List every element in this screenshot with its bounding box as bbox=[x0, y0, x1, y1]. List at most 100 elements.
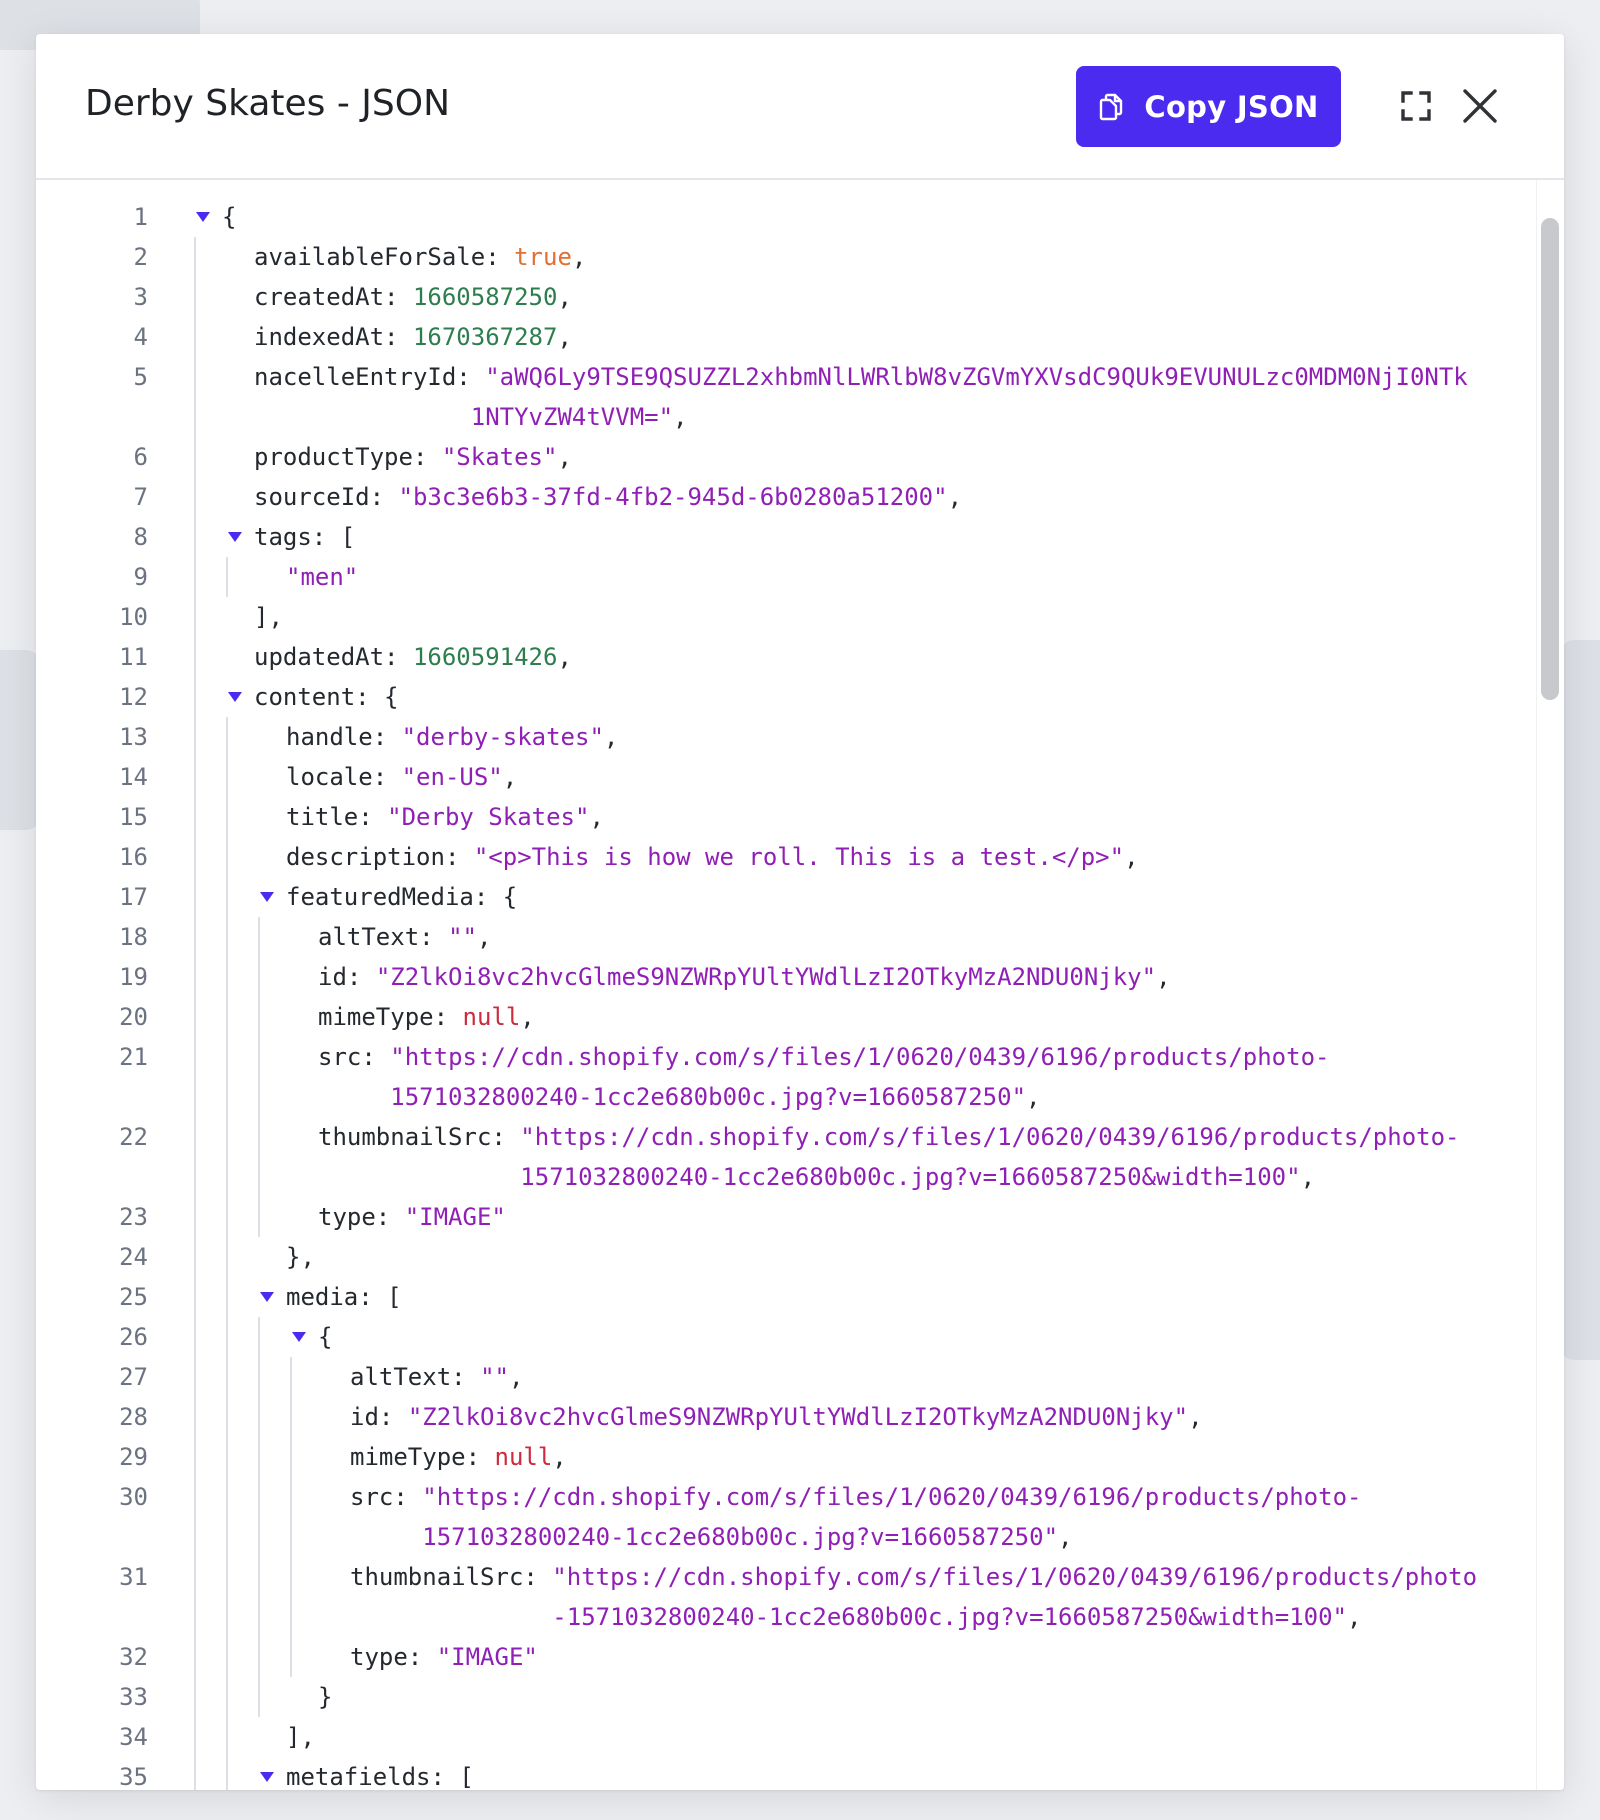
line-content: indexedAt: 1670367287, bbox=[254, 317, 572, 357]
json-key: handle bbox=[286, 723, 373, 751]
copy-json-button[interactable]: Copy JSON bbox=[1076, 66, 1341, 147]
line-content: } bbox=[318, 1677, 332, 1717]
code-line: 21 src: "https://cdn.shopify.com/s/files/… bbox=[36, 1037, 1536, 1077]
json-punctuation: , bbox=[476, 923, 492, 951]
json-punctuation: : bbox=[358, 803, 388, 831]
json-punctuation: : bbox=[384, 323, 413, 351]
fold-toggle-icon[interactable] bbox=[195, 211, 213, 223]
json-punctuation: : [ bbox=[311, 523, 356, 551]
code-line: 17 featuredMedia: { bbox=[36, 877, 1536, 917]
json-punctuation: : bbox=[485, 243, 515, 271]
json-key: locale bbox=[286, 763, 373, 791]
line-content: { bbox=[318, 1317, 332, 1357]
json-key: thumbnailSrc bbox=[318, 1123, 492, 1151]
json-key: indexedAt bbox=[254, 323, 385, 351]
line-number: 34 bbox=[119, 1723, 148, 1751]
json-string-value: "Skates" bbox=[441, 443, 558, 471]
line-number: 8 bbox=[133, 523, 148, 551]
json-punctuation: : bbox=[369, 483, 399, 511]
json-punctuation: : bbox=[378, 1403, 408, 1431]
code-line: 20 mimeType: null, bbox=[36, 997, 1536, 1037]
json-punctuation: }, bbox=[286, 1243, 315, 1271]
code-line: 19 id: "Z2lkOi8vc2hvcGlmeS9NZWRpYUltYWdlL… bbox=[36, 957, 1536, 997]
code-line: 12 content: { bbox=[36, 677, 1536, 717]
fold-toggle-icon[interactable] bbox=[259, 1291, 277, 1303]
json-string-value: "en-US" bbox=[401, 763, 503, 791]
fullscreen-expand-icon[interactable] bbox=[1390, 80, 1442, 132]
line-content: ], bbox=[286, 1717, 315, 1757]
json-punctuation: { bbox=[222, 203, 237, 231]
json-punctuation: : bbox=[491, 1123, 521, 1151]
json-string-value: "Derby Skates" bbox=[387, 803, 590, 831]
json-punctuation: : bbox=[361, 1043, 391, 1071]
json-key: id bbox=[350, 1403, 379, 1431]
json-punctuation: , bbox=[589, 803, 604, 831]
json-punctuation: , bbox=[557, 323, 572, 351]
json-punctuation: , bbox=[947, 483, 963, 511]
line-content: locale: "en-US", bbox=[286, 757, 517, 797]
json-key: description bbox=[286, 843, 445, 871]
code-line: 33} bbox=[36, 1677, 1536, 1717]
line-content: featuredMedia: { bbox=[286, 877, 517, 917]
line-content: thumbnailSrc: "https://cdn.shopify.com/s… bbox=[350, 1557, 1477, 1597]
line-content: id: "Z2lkOi8vc2hvcGlmeS9NZWRpYUltYWdlLzI… bbox=[350, 1397, 1203, 1437]
json-key: src bbox=[318, 1043, 362, 1071]
json-punctuation: , bbox=[1124, 843, 1139, 871]
json-punctuation: , bbox=[1347, 1603, 1362, 1631]
json-number-value: 1660587250 bbox=[412, 283, 558, 311]
line-number: 30 bbox=[119, 1483, 148, 1511]
line-number: 6 bbox=[133, 443, 148, 471]
code-line: 1NTYvZW4tVVM=", bbox=[36, 397, 1536, 437]
fold-toggle-icon[interactable] bbox=[291, 1331, 309, 1343]
json-key: media bbox=[286, 1283, 359, 1311]
json-string-value: "https://cdn.shopify.com/s/files/1/0620/… bbox=[422, 1483, 1362, 1511]
json-key: tags bbox=[254, 523, 312, 551]
code-line: 25 media: [ bbox=[36, 1277, 1536, 1317]
json-punctuation: , bbox=[520, 1003, 535, 1031]
json-punctuation: , bbox=[1188, 1403, 1203, 1431]
scrollbar-thumb[interactable] bbox=[1541, 218, 1559, 700]
line-content: tags: [ bbox=[254, 517, 355, 557]
line-content: id: "Z2lkOi8vc2hvcGlmeS9NZWRpYUltYWdlLzI… bbox=[318, 957, 1171, 997]
json-punctuation: : bbox=[407, 1643, 437, 1671]
json-null-value: null bbox=[462, 1003, 521, 1031]
json-string-value: "IMAGE" bbox=[404, 1203, 506, 1231]
json-punctuation: , bbox=[1156, 963, 1171, 991]
close-icon[interactable] bbox=[1454, 80, 1506, 132]
json-string-value: "men" bbox=[286, 563, 359, 591]
code-line: 23 type: "IMAGE" bbox=[36, 1197, 1536, 1237]
fold-toggle-icon[interactable] bbox=[227, 531, 245, 543]
code-line: 27 altText: "", bbox=[36, 1357, 1536, 1397]
code-line: 14 locale: "en-US", bbox=[36, 757, 1536, 797]
fold-toggle-icon[interactable] bbox=[259, 891, 277, 903]
line-content: mimeType: null, bbox=[318, 997, 535, 1037]
json-punctuation: : bbox=[346, 963, 376, 991]
code-line: 11 updatedAt: 1660591426, bbox=[36, 637, 1536, 677]
fold-toggle-icon[interactable] bbox=[227, 691, 245, 703]
json-punctuation: : { bbox=[473, 883, 518, 911]
code-line: 5 nacelleEntryId: "aWQ6Ly9TSE9QSUZZL2xhbm… bbox=[36, 357, 1536, 397]
line-number: 11 bbox=[119, 643, 148, 671]
line-content: { bbox=[222, 197, 236, 237]
code-line: 15 title: "Derby Skates", bbox=[36, 797, 1536, 837]
modal-title: Derby Skates - JSON bbox=[85, 83, 451, 124]
code-line: 16 description: "<p>This is how we roll. … bbox=[36, 837, 1536, 877]
line-number: 4 bbox=[133, 323, 148, 351]
json-punctuation: : bbox=[451, 1363, 481, 1391]
fold-toggle-icon[interactable] bbox=[259, 1771, 277, 1783]
json-string-value: "https://cdn.shopify.com/s/files/1/0620/… bbox=[552, 1563, 1478, 1591]
json-string-value: 1571032800240-1cc2e680b00c.jpg?v=1660587… bbox=[422, 1523, 1059, 1551]
backdrop-shape bbox=[0, 650, 40, 830]
code-line: 2 availableForSale: true, bbox=[36, 237, 1536, 277]
line-content: 1571032800240-1cc2e680b00c.jpg?v=1660587… bbox=[520, 1157, 1315, 1197]
json-punctuation: : { bbox=[355, 683, 399, 711]
line-number: 26 bbox=[119, 1323, 148, 1351]
json-punctuation: : bbox=[433, 1003, 463, 1031]
json-number-value: 1670367287 bbox=[412, 323, 558, 351]
line-content: content: { bbox=[254, 677, 399, 717]
json-code-editor[interactable]: 1{2 availableForSale: true, 3 createdAt: 16… bbox=[36, 180, 1536, 1790]
line-content: createdAt: 1660587250, bbox=[254, 277, 572, 317]
json-key: sourceId bbox=[254, 483, 370, 511]
line-content: }, bbox=[286, 1237, 315, 1277]
line-content: ], bbox=[254, 597, 283, 637]
